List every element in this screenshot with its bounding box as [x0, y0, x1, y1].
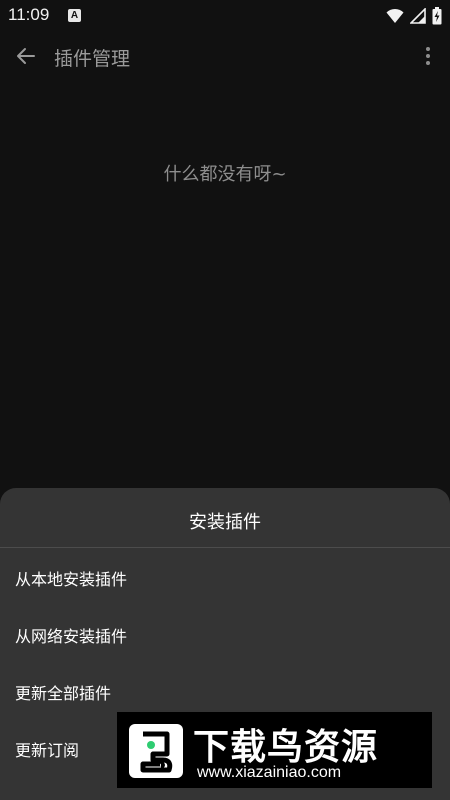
- watermark-name: 下载鸟资源: [193, 727, 379, 768]
- wifi-icon: [386, 8, 404, 24]
- empty-state-text: 什么都没有呀~: [163, 164, 287, 185]
- page-title: 插件管理: [54, 48, 131, 70]
- status-time: 11:09: [8, 5, 50, 24]
- more-vertical-icon: [426, 47, 430, 65]
- arrow-left-icon: [17, 48, 35, 64]
- status-icons: [386, 7, 442, 25]
- status-bar: 11:09 A: [0, 0, 450, 32]
- watermark-url: www.xiazainiao.com: [197, 764, 342, 781]
- install-local-option[interactable]: 从本地安装插件: [0, 550, 450, 606]
- sheet-divider: [0, 547, 450, 548]
- more-options-button[interactable]: [416, 40, 440, 72]
- back-button[interactable]: [10, 40, 42, 72]
- notification-icon: A: [68, 9, 81, 22]
- signal-icon: [410, 8, 426, 24]
- sheet-title: 安装插件: [189, 512, 261, 533]
- app-toolbar: 插件管理: [0, 32, 450, 80]
- install-network-option[interactable]: 从网络安装插件: [0, 607, 450, 663]
- watermark: 下载鸟资源 www.xiazainiao.com: [117, 712, 432, 788]
- bird-logo-icon: [129, 724, 183, 778]
- battery-icon: [432, 7, 442, 25]
